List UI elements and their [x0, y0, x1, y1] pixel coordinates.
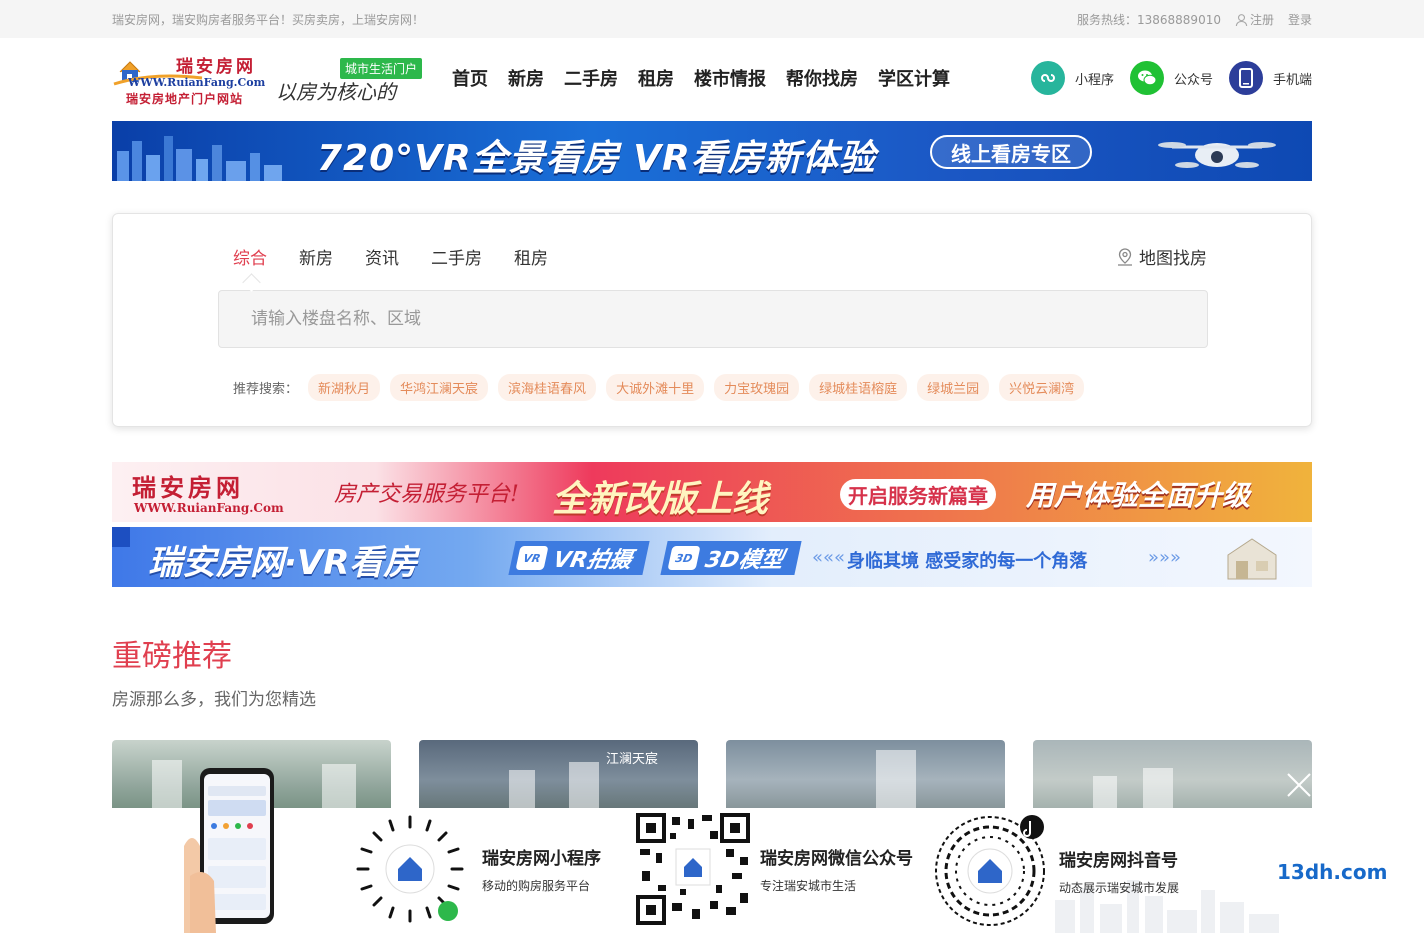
- wechat-link[interactable]: 公众号: [1129, 61, 1213, 95]
- mini-program-qr: 瑞安房网小程序 移动的购房服务平台: [354, 813, 601, 925]
- search-panel: 综合 新房 资讯 二手房 租房 地图找房 推荐搜索： 新湖秋月 华鸿江澜天宸 滨…: [112, 213, 1312, 427]
- tab-comprehensive[interactable]: 综合: [233, 244, 267, 269]
- search-tabs: 综合 新房 资讯 二手房 租房: [233, 244, 548, 269]
- tab-news[interactable]: 资讯: [365, 244, 399, 269]
- slogan: 城市生活门户 以房为核心的: [272, 50, 432, 106]
- hot-search-label: 推荐搜索：: [233, 382, 299, 397]
- recommend-subtitle: 房源那么多，我们为您精选: [112, 690, 316, 710]
- douyin-qr: 瑞安房网抖音号 动态展示瑞安城市发展: [932, 813, 1179, 929]
- house-model-icon: [1227, 538, 1277, 580]
- vr-shoot-chip: VR VR拍摄: [508, 541, 650, 575]
- mobile-icon: [1228, 61, 1263, 95]
- chevrons-left-icon: «««: [812, 547, 846, 568]
- watermark-brand: 13dh.com: [1277, 860, 1388, 884]
- drone-icon: [1158, 142, 1276, 168]
- nav-rent[interactable]: 租房: [638, 65, 674, 91]
- nav-school-district[interactable]: 学区计算: [878, 65, 950, 91]
- corner-mark: [112, 527, 130, 547]
- douyin-title: 瑞安房网抖音号: [1059, 851, 1178, 871]
- top-bar: 瑞安房网，瑞安购房者服务平台！买房卖房，上瑞安房网！ 服务热线：13868889…: [0, 0, 1424, 38]
- vr-shoot-label: VR拍摄: [550, 548, 635, 573]
- vr-motto: 身临其境 感受家的每一个角落: [847, 551, 1088, 572]
- chevrons-right-icon: »»»: [1148, 547, 1182, 568]
- site-logo[interactable]: 瑞安房网 WWW.RuianFang.Com 瑞安房地产门户网站: [112, 50, 272, 106]
- mini-program-icon: [1030, 61, 1065, 95]
- wechat-desc: 专注瑞安城市生活: [760, 879, 857, 893]
- hot-tag[interactable]: 华鸿江澜天宸: [390, 374, 489, 401]
- nav-find-house[interactable]: 帮你找房: [786, 65, 858, 91]
- hot-tag[interactable]: 兴悦云澜湾: [999, 374, 1085, 401]
- map-search-link[interactable]: 地图找房: [1117, 244, 1207, 269]
- mini-program-code-icon: [356, 815, 464, 923]
- mobile-label: 手机端: [1272, 72, 1312, 88]
- relaunch-slogan: 房产交易服务平台!: [334, 482, 519, 507]
- 3d-model-chip: 3D 3D模型: [660, 541, 802, 575]
- relaunch-banner[interactable]: 瑞安房网 WWW.RuianFang.Com 房产交易服务平台! 全新改版上线 …: [112, 462, 1312, 522]
- mini-program-desc: 移动的购房服务平台: [482, 879, 591, 893]
- hot-tag[interactable]: 新湖秋月: [308, 374, 381, 401]
- slogan-text: 以房为核心的: [276, 80, 396, 104]
- hot-tag[interactable]: 大诚外滩十里: [606, 374, 705, 401]
- mini-program-title: 瑞安房网小程序: [482, 849, 601, 869]
- location-pin-icon: [1118, 247, 1132, 266]
- hot-searches: 推荐搜索： 新湖秋月 华鸿江澜天宸 滨海桂语春风 大诚外滩十里 力宝玫瑰园 绿城…: [233, 374, 1085, 401]
- platform-links: 小程序 公众号 手机端: [1029, 61, 1312, 95]
- main-nav: 首页 新房 二手房 租房 楼市情报 帮你找房 学区计算: [452, 65, 950, 91]
- relaunch-site-url: WWW.RuianFang.Com: [134, 501, 284, 515]
- nav-home[interactable]: 首页: [452, 65, 488, 91]
- relaunch-headline: 全新改版上线: [552, 479, 769, 520]
- mini-program-link[interactable]: 小程序: [1030, 61, 1114, 95]
- wechat-qr-code-icon: [636, 813, 750, 925]
- douyin-code-icon: [935, 815, 1045, 926]
- vr-house-banner[interactable]: 瑞安房网·VR看房 VR VR拍摄 3D 3D模型 ««« 身临其境 感受家的每…: [112, 527, 1312, 587]
- tab-rent[interactable]: 租房: [514, 244, 548, 269]
- recommend-title: 重磅推荐: [112, 639, 232, 674]
- nav-new-house[interactable]: 新房: [508, 65, 544, 91]
- logo-url: WWW.RuianFang.Com: [128, 76, 266, 89]
- douyin-desc: 动态展示瑞安城市发展: [1059, 881, 1180, 895]
- hot-tag[interactable]: 绿城兰园: [917, 374, 990, 401]
- header: 瑞安房网 WWW.RuianFang.Com 瑞安房地产门户网站 城市生活门户 …: [0, 38, 1424, 118]
- property-card-label: 江澜天宸: [605, 752, 658, 767]
- 3d-model-label: 3D模型: [702, 548, 786, 573]
- wechat-icon: [1129, 61, 1164, 95]
- mobile-link[interactable]: 手机端: [1228, 61, 1312, 95]
- login-link[interactable]: 登录: [1288, 11, 1312, 28]
- relaunch-pill: 开启服务新篇章: [840, 479, 996, 510]
- register-link[interactable]: 注册: [1235, 11, 1274, 28]
- vr-banner-title: 720°VR全景看房 VR看房新体验: [317, 138, 876, 179]
- logo-title: 瑞安房网: [176, 57, 256, 77]
- wechat-label: 公众号: [1173, 72, 1213, 88]
- phone-in-hand-icon: [184, 768, 274, 933]
- map-search-label: 地图找房: [1139, 249, 1207, 269]
- user-icon: [1235, 14, 1248, 27]
- mini-program-label: 小程序: [1074, 72, 1114, 88]
- vr-icon: VR: [515, 546, 549, 570]
- nav-second-hand[interactable]: 二手房: [564, 65, 618, 91]
- search-input[interactable]: [218, 290, 1208, 348]
- register-label: 注册: [1249, 12, 1274, 27]
- close-icon[interactable]: [1286, 772, 1312, 798]
- tab-second-hand[interactable]: 二手房: [431, 244, 482, 269]
- city-skyline-icon: [117, 136, 282, 181]
- hot-tag[interactable]: 滨海桂语春风: [498, 374, 597, 401]
- vr-banner[interactable]: 720°VR全景看房 VR看房新体验 线上看房专区: [112, 121, 1312, 181]
- service-hotline: 服务热线：13868889010: [1076, 12, 1221, 27]
- relaunch-upgrade: 用户体验全面升级: [1026, 479, 1251, 512]
- hot-tag[interactable]: 力宝玫瑰园: [714, 374, 800, 401]
- 3d-icon: 3D: [667, 546, 701, 570]
- nav-market-news[interactable]: 楼市情报: [694, 65, 766, 91]
- relaunch-site-name: 瑞安房网: [132, 473, 244, 502]
- online-viewing-button[interactable]: 线上看房专区: [930, 135, 1092, 169]
- logo-subtitle: 瑞安房地产门户网站: [126, 92, 244, 106]
- hot-tag[interactable]: 绿城桂语榕庭: [809, 374, 908, 401]
- wechat-qr: 瑞安房网微信公众号 专注瑞安城市生活: [636, 813, 913, 925]
- site-tagline: 瑞安房网，瑞安购房者服务平台！买房卖房，上瑞安房网！: [112, 12, 425, 27]
- wechat-title: 瑞安房网微信公众号: [760, 849, 913, 869]
- vr-house-title: 瑞安房网·VR看房: [148, 543, 418, 583]
- tab-new-house[interactable]: 新房: [299, 244, 333, 269]
